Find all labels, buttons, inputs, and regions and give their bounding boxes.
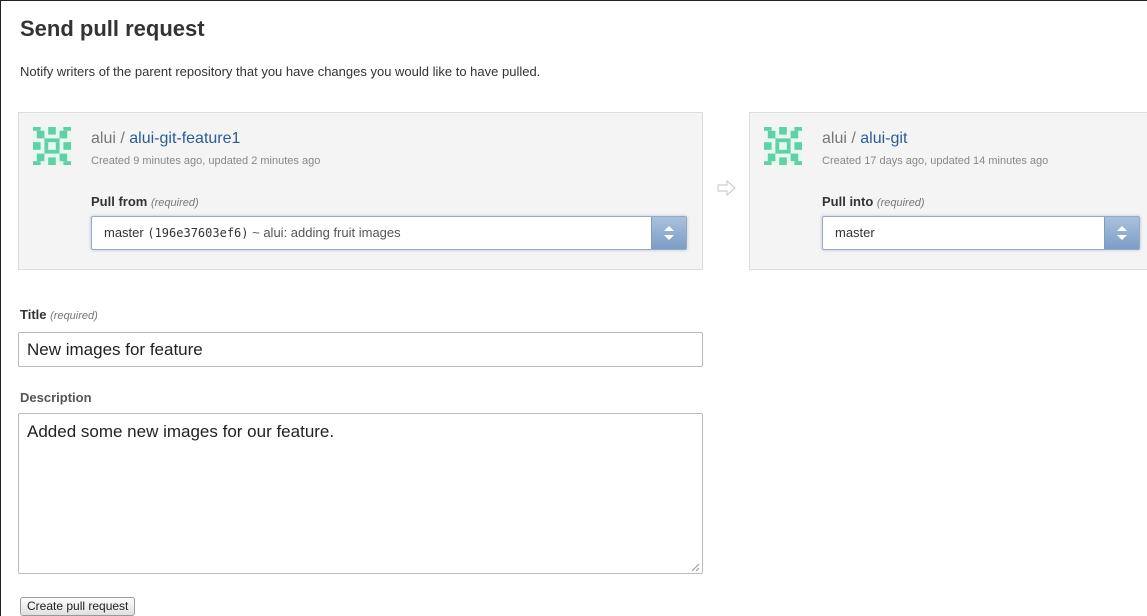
right-arrow-icon [717, 180, 736, 196]
branch-name: master [104, 225, 144, 240]
repo-owner[interactable]: alui [91, 130, 116, 147]
repo-name-link[interactable]: alui-git [860, 130, 907, 147]
identicon-avatar [764, 127, 802, 165]
resize-grip-icon[interactable] [690, 562, 700, 572]
pull-from-label: Pull from (required) [91, 194, 199, 209]
pull-into-repo-title: alui / alui-git [822, 130, 907, 148]
selected-branch: master [835, 225, 875, 240]
repo-owner[interactable]: alui [822, 130, 847, 147]
pull-into-panel: alui / alui-git Created 17 days ago, upd… [749, 112, 1147, 270]
repo-meta: Created 17 days ago, updated 14 minutes … [822, 155, 1049, 167]
commit-message: ~ alui: adding fruit images [248, 225, 401, 240]
required-note: (required) [50, 310, 98, 322]
description-label: Description [20, 390, 92, 405]
pull-from-label-text: Pull from [91, 194, 148, 209]
title-label: Title (required) [20, 307, 98, 322]
select-updown-icon[interactable] [651, 217, 686, 249]
selected-branch: master (196e37603ef6) ~ alui: adding fru… [104, 225, 401, 240]
repo-separator: / [115, 130, 130, 147]
page-title: Send pull request [20, 16, 205, 41]
required-note: (required) [150, 197, 199, 209]
required-note: (required) [876, 197, 925, 209]
pull-from-repo-title: alui / alui-git-feature1 [91, 130, 240, 148]
repo-name-link[interactable]: alui-git-feature1 [129, 130, 240, 147]
pull-into-label: Pull into (required) [822, 194, 925, 209]
pull-into-label-text: Pull into [822, 194, 874, 209]
branch-name: master [835, 225, 875, 240]
repo-separator: / [846, 130, 861, 147]
create-pull-request-button[interactable]: Create pull request [20, 597, 136, 616]
title-label-text: Title [20, 307, 47, 322]
title-input[interactable] [18, 332, 703, 367]
pull-from-branch-select[interactable]: master (196e37603ef6) ~ alui: adding fru… [91, 216, 687, 250]
page-intro: Notify writers of the parent repository … [20, 64, 541, 79]
select-updown-icon[interactable] [1104, 217, 1139, 249]
pull-into-branch-select[interactable]: master [822, 216, 1140, 250]
repo-meta: Created 9 minutes ago, updated 2 minutes… [91, 155, 321, 167]
description-textarea[interactable]: Added some new images for our feature. [18, 413, 703, 574]
commit-sha: (196e37603ef6) [147, 226, 249, 240]
identicon-avatar [33, 127, 71, 165]
pull-from-panel: alui / alui-git-feature1 Created 9 minut… [18, 112, 703, 270]
